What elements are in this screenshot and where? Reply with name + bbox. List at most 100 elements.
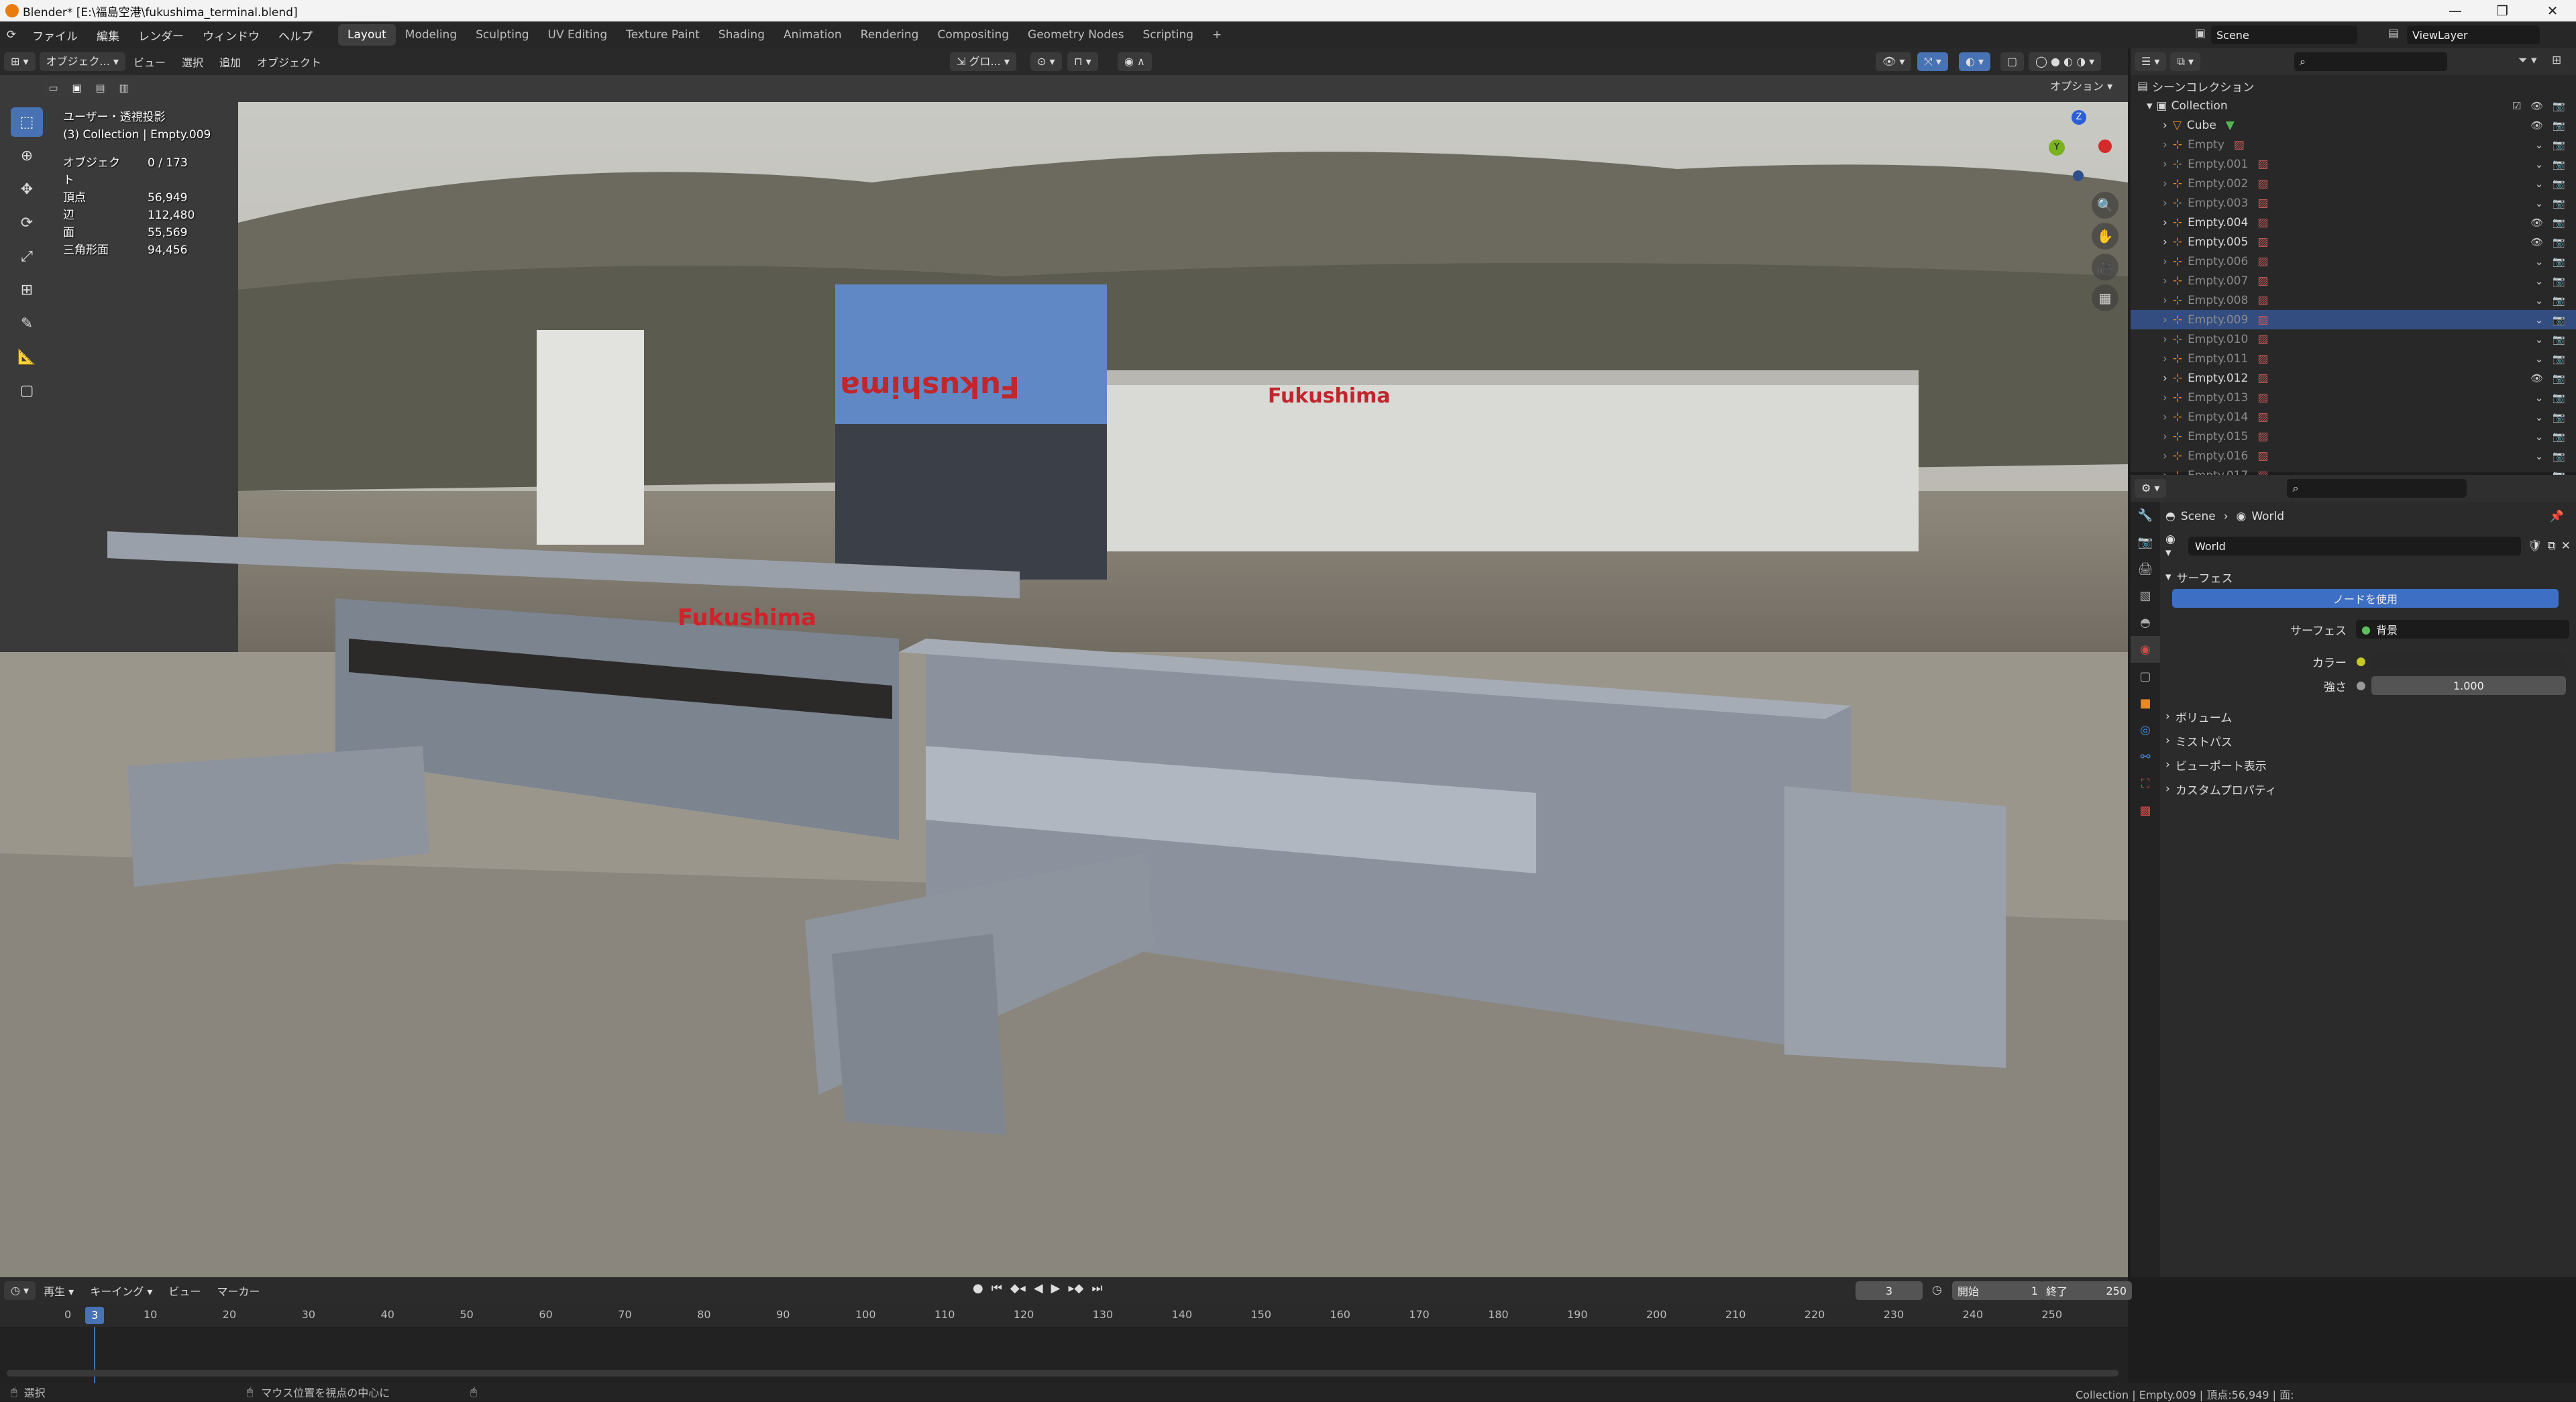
move-tool-icon[interactable]: ✥ bbox=[11, 174, 43, 204]
collection-checkbox-icon[interactable]: ☑ bbox=[2512, 100, 2521, 112]
current-frame-field[interactable]: 3 bbox=[1856, 1281, 1923, 1300]
scene-tab-icon[interactable]: ◓ bbox=[2131, 609, 2160, 636]
overlay-toggle-icon[interactable]: ◐ ▾ bbox=[1959, 52, 1991, 71]
next-keyframe-icon[interactable]: ▸◆ bbox=[1069, 1281, 1084, 1295]
outliner-item[interactable]: › ⊹ Empty.001 ▨ ⌄ 📷 bbox=[2131, 154, 2576, 174]
world-tab-icon[interactable]: ◉ bbox=[2131, 636, 2160, 663]
menu-edit[interactable]: 編集 bbox=[87, 27, 129, 44]
visibility-icon[interactable]: ⌄ bbox=[2535, 158, 2544, 170]
timeline-menu-keying[interactable]: キーイング ▾ bbox=[82, 1283, 160, 1299]
outliner-item[interactable]: › ⊹ Empty.011 ▨ ⌄ 📷 bbox=[2131, 349, 2576, 368]
pivot-point-icon[interactable]: ⊙ ▾ bbox=[1030, 52, 1062, 71]
expand-arrow-icon[interactable]: › bbox=[2163, 255, 2167, 268]
jump-start-icon[interactable]: ⏮ bbox=[991, 1281, 1002, 1295]
play-icon[interactable]: ▶ bbox=[1051, 1281, 1061, 1295]
visibility-icon[interactable]: 👁 bbox=[2530, 372, 2543, 384]
expand-arrow-icon[interactable]: › bbox=[2163, 138, 2167, 152]
end-frame-field[interactable]: 終了 250 bbox=[2041, 1281, 2132, 1300]
select-extend-icon[interactable]: ▣ bbox=[72, 82, 81, 94]
collection-render-icon[interactable]: 📷 bbox=[2553, 100, 2565, 112]
blender-menu-icon[interactable]: ⟳ bbox=[0, 28, 23, 42]
collapsed-arrow-icon[interactable]: › bbox=[2165, 782, 2170, 796]
measure-tool-icon[interactable]: 📐 bbox=[11, 342, 43, 372]
visibility-icon[interactable]: ⌄ bbox=[2535, 450, 2544, 462]
volume-panel-header[interactable]: › ボリューム bbox=[2165, 704, 2571, 729]
render-visibility-icon[interactable]: 📷 bbox=[2553, 372, 2565, 384]
jump-end-icon[interactable]: ⏭ bbox=[1091, 1281, 1102, 1295]
viewlayer-selector[interactable]: ViewLayer bbox=[2407, 25, 2540, 44]
zoom-icon[interactable]: 🔍 bbox=[2092, 192, 2118, 219]
gizmo-y-axis[interactable]: Y bbox=[2049, 140, 2065, 156]
rotate-tool-icon[interactable]: ⟳ bbox=[11, 208, 43, 237]
visibility-icon[interactable]: ⌄ bbox=[2535, 392, 2544, 404]
render-visibility-icon[interactable]: 📷 bbox=[2553, 294, 2565, 307]
minimize-button[interactable]: — bbox=[2432, 0, 2479, 21]
render-visibility-icon[interactable]: 📷 bbox=[2553, 275, 2565, 287]
close-button[interactable]: ✕ bbox=[2529, 0, 2576, 21]
expand-arrow-icon[interactable]: › bbox=[2163, 313, 2167, 327]
select-invert-icon[interactable]: ▥ bbox=[119, 82, 128, 94]
outliner-item[interactable]: › ⊹ Empty.007 ▨ ⌄ 📷 bbox=[2131, 271, 2576, 290]
outliner-item[interactable]: › ⊹ Empty ▨ ⌄ 📷 bbox=[2131, 135, 2576, 154]
camera-view-icon[interactable]: 🎥 bbox=[2092, 254, 2118, 280]
visibility-filter-icon[interactable]: 👁 ▾ bbox=[1876, 52, 1912, 71]
expand-arrow-icon[interactable]: › bbox=[2163, 177, 2167, 191]
visibility-icon[interactable]: ⌄ bbox=[2535, 314, 2544, 326]
navigation-gizmo[interactable]: Z Y bbox=[2039, 110, 2113, 184]
visibility-icon[interactable]: ⌄ bbox=[2535, 431, 2544, 443]
expand-arrow-icon[interactable]: › bbox=[2163, 391, 2167, 405]
shading-modes-icon[interactable]: ◯ ● ◐ ◑ ▾ bbox=[2029, 52, 2102, 71]
expand-arrow-icon[interactable]: › bbox=[2163, 372, 2167, 385]
visibility-icon[interactable]: 👁 bbox=[2530, 236, 2543, 248]
expand-arrow-icon[interactable]: › bbox=[2163, 449, 2167, 463]
tab-scripting[interactable]: Scripting bbox=[1133, 24, 1203, 46]
visibility-icon[interactable]: ⌄ bbox=[2535, 275, 2544, 287]
physics-tab-icon[interactable]: ◎ bbox=[2131, 716, 2160, 743]
render-visibility-icon[interactable]: 📷 bbox=[2553, 431, 2565, 443]
outliner-display-mode-icon[interactable]: ⧉ ▾ bbox=[2170, 52, 2201, 71]
outliner-item[interactable]: › ⊹ Empty.014 ▨ ⌄ 📷 bbox=[2131, 407, 2576, 427]
expand-arrow-icon[interactable]: › bbox=[2163, 352, 2167, 366]
xray-toggle-icon[interactable]: ▢ bbox=[2000, 52, 2025, 71]
outliner-item[interactable]: › ▽ Cube ▼ 👁 📷 bbox=[2131, 115, 2576, 135]
texture-tab-icon[interactable]: ▩ bbox=[2131, 797, 2160, 824]
expand-arrow-icon[interactable]: › bbox=[2163, 216, 2167, 229]
collection-visibility-icon[interactable]: 👁 bbox=[2530, 100, 2543, 112]
play-reverse-icon[interactable]: ◀ bbox=[1034, 1281, 1043, 1295]
clock-icon[interactable]: ◷ bbox=[1932, 1283, 1942, 1297]
scene-selector[interactable]: Scene bbox=[2211, 25, 2357, 44]
render-visibility-icon[interactable]: 📷 bbox=[2553, 158, 2565, 170]
viewport-menu-add[interactable]: 追加 bbox=[211, 54, 249, 70]
outliner-item[interactable]: › ⊹ Empty.013 ▨ ⌄ 📷 bbox=[2131, 388, 2576, 407]
expand-arrow-icon[interactable]: › bbox=[2163, 158, 2167, 171]
world-name-field[interactable]: World bbox=[2188, 537, 2522, 555]
tab-compositing[interactable]: Compositing bbox=[928, 24, 1018, 46]
outliner-search-input[interactable]: ⌕ bbox=[2294, 52, 2448, 71]
outliner-filter-icon[interactable]: ⏷ ▾ bbox=[2518, 54, 2537, 67]
data-tab-icon[interactable]: ⛶ bbox=[2131, 770, 2160, 797]
maximize-button[interactable]: ❐ bbox=[2479, 0, 2526, 21]
custom-properties-panel-header[interactable]: › カスタムプロパティ bbox=[2165, 777, 2571, 801]
visibility-icon[interactable]: ⌄ bbox=[2535, 411, 2544, 423]
menu-help[interactable]: ヘルプ bbox=[269, 27, 322, 44]
render-visibility-icon[interactable]: 📷 bbox=[2553, 392, 2565, 404]
options-dropdown[interactable]: オプション ▾ bbox=[2043, 78, 2120, 95]
editor-type-button[interactable]: ⊞ ▾ bbox=[4, 52, 36, 71]
tool-tab-icon[interactable]: 🔧 bbox=[2131, 502, 2160, 529]
menu-file[interactable]: ファイル bbox=[23, 27, 87, 44]
prev-keyframe-icon[interactable]: ◆◂ bbox=[1010, 1281, 1026, 1295]
add-workspace-button[interactable]: + bbox=[1203, 24, 1231, 46]
viewport-menu-object[interactable]: オブジェクト bbox=[249, 54, 329, 70]
cursor-tool-icon[interactable]: ⊕ bbox=[11, 141, 43, 170]
select-box-tool-icon[interactable]: ⬚ bbox=[11, 107, 43, 137]
tab-animation[interactable]: Animation bbox=[774, 24, 851, 46]
outliner-item[interactable]: › ⊹ Empty.005 ▨ 👁 📷 bbox=[2131, 232, 2576, 252]
properties-editor-type-icon[interactable]: ⚙ ▾ bbox=[2135, 479, 2167, 498]
expand-arrow-icon[interactable]: › bbox=[2163, 430, 2167, 443]
surface-panel-header[interactable]: ▾ サーフェス bbox=[2165, 565, 2571, 589]
viewport-menu-view[interactable]: ビュー bbox=[125, 54, 174, 70]
fake-user-icon[interactable]: 🛡 bbox=[2528, 539, 2542, 553]
gizmo-neg-z-axis[interactable] bbox=[2073, 170, 2084, 181]
render-visibility-icon[interactable]: 📷 bbox=[2553, 256, 2565, 268]
record-icon[interactable]: ● bbox=[973, 1281, 983, 1295]
